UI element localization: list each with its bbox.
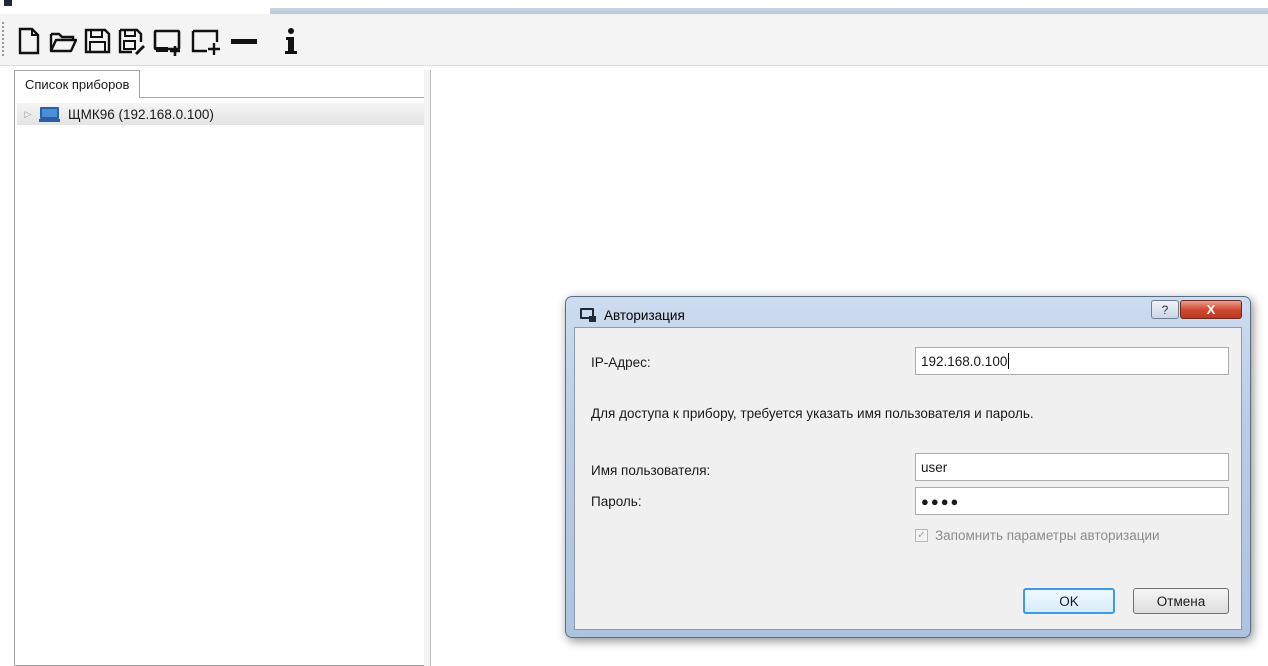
password-mask: ●●●● [921,493,961,509]
add-device-icon [153,29,181,56]
ip-label: IP-Адрес: [591,355,651,370]
add-group-button[interactable] [190,24,224,58]
dialog-app-icon [580,308,596,322]
tree-item-device[interactable]: ▷ ЩМК96 (192.168.0.100) [17,103,425,125]
minus-icon [231,39,257,44]
app-icon [2,0,30,8]
save-as-icon [118,28,145,55]
dialog-title: Авторизация [604,308,685,323]
help-button[interactable]: ? [1151,300,1179,319]
cancel-button-label: Отмена [1156,593,1206,609]
new-file-button[interactable] [14,24,44,58]
new-document-icon [18,27,40,55]
device-monitor-icon [39,106,61,122]
save-as-button[interactable] [116,24,146,58]
close-icon: X [1206,302,1216,317]
dialog-titlebar[interactable]: Авторизация ? X [566,297,1250,327]
cancel-button[interactable]: Отмена [1133,588,1229,614]
remove-button[interactable] [228,24,260,58]
info-button[interactable] [276,24,306,58]
authorization-dialog: Авторизация ? X IP-Адрес: 192.168.0.100 … [565,296,1251,638]
password-label: Пароль: [591,494,642,509]
save-button[interactable] [82,24,112,58]
close-button[interactable]: X [1180,300,1242,319]
username-input[interactable]: user [915,453,1229,481]
remember-checkbox[interactable]: ✓ [915,529,928,542]
info-text: Для доступа к прибору, требуется указать… [591,406,1034,421]
toolbar-grip[interactable] [2,22,5,56]
help-icon: ? [1161,302,1169,317]
ip-address-value: 192.168.0.100 [921,353,1008,369]
expand-arrow-icon[interactable]: ▷ [21,107,35,121]
username-value: user [921,459,948,475]
tab-device-list[interactable]: Список приборов [14,70,141,98]
device-list-panel: Список приборов ▷ ЩМК96 (192.168.0.100) [14,70,428,666]
ok-button[interactable]: OK [1023,588,1115,614]
ok-button-label: OK [1059,593,1079,609]
device-tree[interactable]: ▷ ЩМК96 (192.168.0.100) [14,97,428,666]
remember-label: Запомнить параметры авторизации [935,528,1160,543]
main-toolbar [0,14,1268,66]
tab-device-list-label: Список приборов [25,77,130,92]
save-icon [84,28,111,54]
username-label: Имя пользователя: [591,463,711,478]
password-input[interactable]: ●●●● [915,487,1229,515]
info-icon [285,28,297,54]
remember-checkbox-row[interactable]: ✓ Запомнить параметры авторизации [915,528,1160,543]
open-folder-icon [49,32,77,53]
add-group-icon [191,29,220,55]
ip-address-input[interactable]: 192.168.0.100 [915,347,1229,375]
dialog-body: IP-Адрес: 192.168.0.100 Для доступа к пр… [574,327,1242,630]
window-titlebar [0,0,1268,14]
open-file-button[interactable] [48,24,78,58]
add-device-button[interactable] [152,24,186,58]
tree-item-label: ЩМК96 (192.168.0.100) [68,106,214,122]
text-caret [1008,353,1010,369]
